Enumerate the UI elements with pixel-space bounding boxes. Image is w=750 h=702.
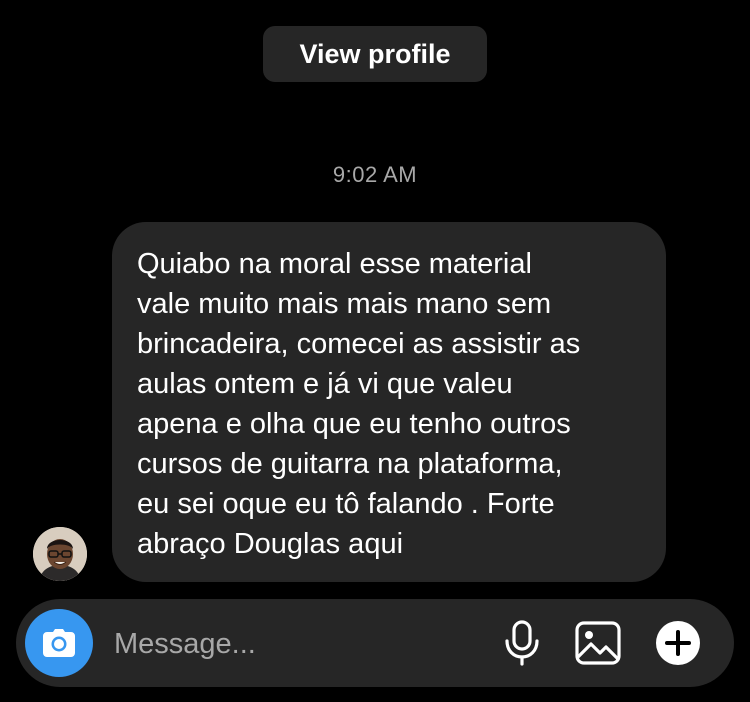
voice-message-button[interactable] — [498, 619, 546, 667]
message-input[interactable] — [112, 623, 486, 665]
view-profile-button[interactable]: View profile — [263, 26, 487, 82]
plus-icon — [656, 621, 700, 665]
message-bubble[interactable]: Quiabo na moral esse material vale muito… — [112, 222, 666, 582]
message-composer — [16, 599, 734, 687]
add-button[interactable] — [654, 619, 702, 667]
gallery-button[interactable] — [574, 619, 622, 667]
avatar[interactable] — [33, 527, 87, 581]
gallery-icon — [575, 621, 621, 665]
microphone-icon — [505, 620, 539, 666]
camera-icon — [43, 629, 75, 657]
avatar-image — [33, 527, 87, 581]
message-timestamp: 9:02 AM — [332, 162, 418, 187]
message-text: Quiabo na moral esse material vale muito… — [137, 248, 581, 560]
camera-button[interactable] — [25, 609, 93, 677]
